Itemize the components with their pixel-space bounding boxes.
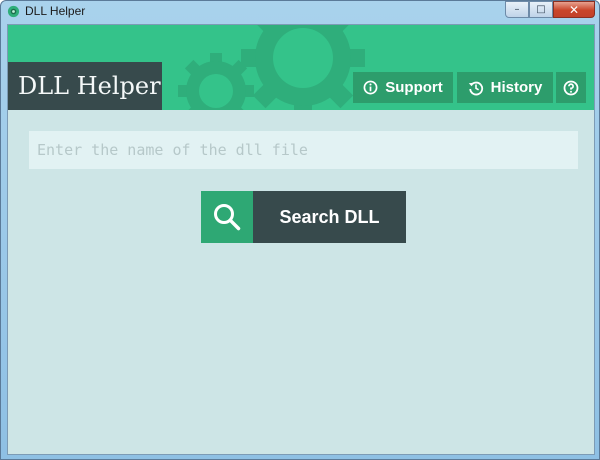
history-button[interactable]: History: [457, 72, 553, 103]
app-title: DLL Helper: [8, 62, 162, 110]
minimize-button[interactable]: –: [505, 1, 529, 18]
window-title: DLL Helper: [25, 4, 86, 18]
maximize-button[interactable]: □: [529, 1, 553, 18]
app-window: DLL Helper – □ ✕ DLL Helper Support Hist…: [0, 0, 600, 460]
title-bar[interactable]: DLL Helper – □ ✕: [1, 1, 599, 23]
window-controls: – □ ✕: [505, 1, 595, 19]
info-circle-icon: [363, 80, 378, 95]
support-button[interactable]: Support: [353, 72, 453, 103]
question-circle-icon: [563, 80, 579, 95]
history-label: History: [490, 79, 543, 96]
search-dll-button[interactable]: Search DLL: [201, 191, 406, 243]
minimize-icon: –: [514, 4, 520, 15]
maximize-icon: □: [536, 4, 546, 15]
support-label: Support: [385, 79, 443, 96]
search-icon-box: [201, 191, 253, 243]
header-banner: DLL Helper Support History: [8, 25, 594, 110]
app-icon: [7, 5, 20, 18]
close-icon: ✕: [568, 2, 580, 17]
search-dll-label: Search DLL: [253, 191, 406, 243]
dll-search-input[interactable]: [29, 131, 578, 169]
search-icon: [214, 204, 241, 231]
history-icon: [468, 81, 483, 95]
help-button[interactable]: [556, 72, 586, 103]
main-content: DLL Helper Support History Enter the nam…: [7, 24, 595, 455]
close-button[interactable]: ✕: [553, 1, 595, 18]
